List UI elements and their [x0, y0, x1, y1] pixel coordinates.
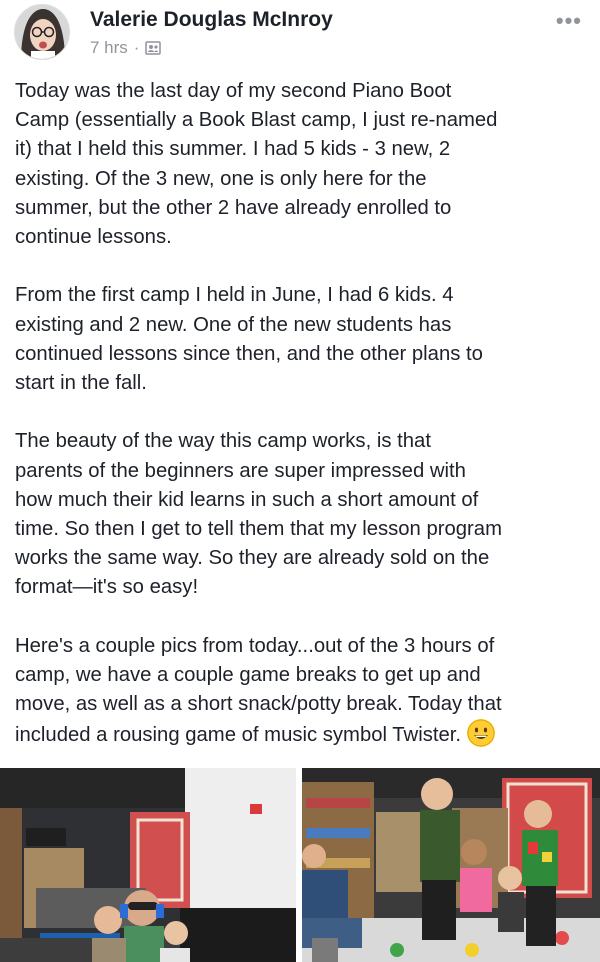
more-options-icon[interactable]: •••	[556, 8, 582, 34]
avatar-image	[15, 5, 69, 59]
post-header: Valerie Douglas McInroy 7 hrs · •••	[0, 0, 600, 72]
author-avatar[interactable]	[14, 4, 70, 60]
grinning-face-emoji-icon	[467, 719, 496, 748]
post-paragraph-text: Here's a couple pics from today...out of…	[15, 634, 502, 747]
post-photo-classroom[interactable]	[0, 768, 296, 962]
meta-separator: ·	[133, 38, 140, 57]
photo-grid	[0, 768, 600, 962]
post-photo-twister[interactable]	[302, 768, 600, 962]
post-paragraph: The beauty of the way this camp works, i…	[15, 430, 502, 599]
post-text: Today was the last day of my second Pian…	[15, 77, 590, 780]
post-meta: 7 hrs ·	[90, 38, 162, 58]
post-time[interactable]: 7 hrs	[90, 38, 128, 58]
post-paragraph: From the first camp I held in June, I ha…	[15, 284, 483, 395]
post-paragraph: Today was the last day of my second Pian…	[15, 80, 498, 249]
post-paragraph: Here's a couple pics from today...out of…	[15, 632, 590, 751]
author-name[interactable]: Valerie Douglas McInroy	[90, 8, 333, 32]
friends-audience-icon[interactable]	[145, 40, 162, 56]
